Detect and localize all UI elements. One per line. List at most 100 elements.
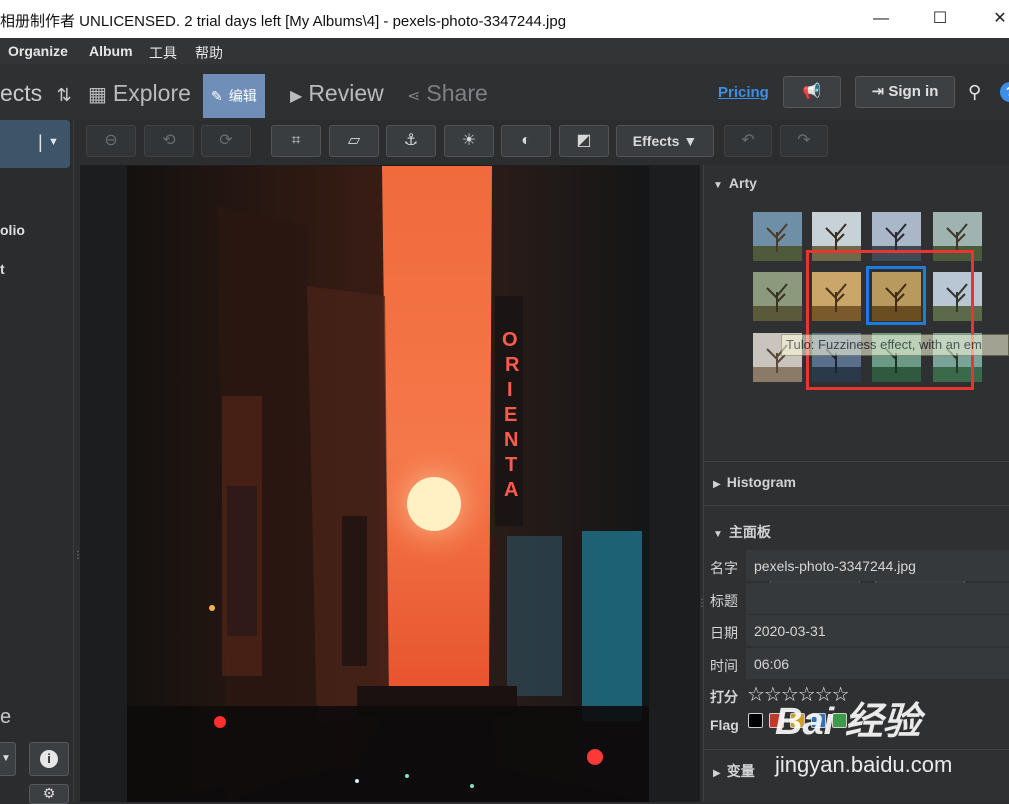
brightness-button[interactable]: ☀	[444, 125, 494, 157]
prop-date-label: 日期	[710, 625, 738, 641]
tab-edit[interactable]: ✎ 编辑	[203, 74, 265, 118]
divider	[704, 461, 1009, 462]
baidu-logo: Bai 经验	[775, 701, 921, 743]
effect-thumb-1[interactable]	[753, 212, 802, 261]
rotate-right-icon: ⟳	[219, 132, 233, 149]
announce-button[interactable]: 📢	[783, 76, 841, 108]
level-icon: ⚓	[403, 132, 419, 149]
redo-button[interactable]: ↷	[780, 125, 828, 157]
prop-flag-label: Flag	[710, 717, 739, 733]
sign-in-button[interactable]: ⇥ Sign in	[855, 76, 955, 108]
svg-text:N: N	[504, 429, 518, 451]
nav-projects[interactable]: ects ⇅	[0, 76, 72, 118]
street-sunset-photo: O R I E N T A	[127, 166, 649, 802]
svg-text:T: T	[505, 454, 517, 476]
minimize-button[interactable]: —	[866, 6, 896, 32]
search-icon[interactable]: ⚲	[968, 82, 981, 103]
prop-date-value[interactable]: 2020-03-31	[746, 615, 1009, 646]
album-dropdown[interactable]: | ▼	[0, 120, 70, 168]
straighten-button[interactable]: ▱	[329, 125, 379, 157]
tab-explore[interactable]: ▦ Explore	[88, 76, 191, 118]
rotate-left-button[interactable]: ⟲	[144, 125, 194, 157]
remove-button[interactable]: ⊖	[86, 125, 136, 157]
prop-row-time: 时间 06:06	[704, 648, 1009, 680]
svg-text:R: R	[505, 354, 520, 376]
prop-row-title: 标题	[704, 583, 1009, 615]
svg-text:A: A	[504, 479, 518, 501]
triangle-down-icon: ▼	[713, 529, 723, 540]
photo-canvas: O R I E N T A	[127, 166, 649, 802]
gear-icon: ⚙	[42, 785, 56, 801]
exposure-button[interactable]: ◩	[559, 125, 609, 157]
effect-thumb-5[interactable]	[753, 272, 802, 321]
menu-tools[interactable]: 工具	[149, 43, 177, 63]
main-panel-section-header[interactable]: ▼ 主面板	[704, 522, 1009, 542]
contrast-icon: ◐	[521, 132, 531, 149]
minus-circle-icon: ⊖	[104, 132, 118, 149]
prop-name-label: 名字	[710, 560, 738, 576]
dropdown-separator: |	[38, 132, 43, 152]
sun-icon: ☀	[461, 132, 477, 149]
settings-button[interactable]: ⚙	[29, 784, 69, 804]
baidu-url: jingyan.baidu.com	[775, 752, 953, 777]
sort-arrows-icon: ⇅	[56, 85, 72, 105]
play-icon: ▶	[290, 88, 303, 105]
selected-effect-highlight	[866, 266, 926, 325]
close-button[interactable]: ✕	[985, 6, 1009, 32]
sign-in-icon: ⇥	[871, 83, 885, 100]
tab-explore-label: Explore	[112, 80, 191, 106]
left-bottom-label: e	[0, 706, 12, 728]
triangle-down-icon: ▼	[713, 180, 723, 191]
arty-title: Arty	[728, 175, 757, 191]
prop-name-value[interactable]: pexels-photo-3347244.jpg	[746, 550, 1009, 581]
pricing-link[interactable]: Pricing	[718, 84, 769, 101]
rotate-left-icon: ⟲	[162, 132, 176, 149]
prop-row-date: 日期 2020-03-31	[704, 615, 1009, 647]
effect-tooltip: Tulo: Fuzziness effect, with an em	[781, 334, 1009, 356]
svg-text:O: O	[502, 329, 518, 351]
exposure-icon: ◩	[576, 132, 592, 149]
grid-icon: ▦	[88, 84, 107, 106]
nav-projects-label: ects	[0, 80, 43, 106]
svg-text:I: I	[507, 379, 513, 401]
left-dropdown-button[interactable]: ▼	[0, 742, 16, 776]
sign-in-label: Sign in	[888, 83, 939, 100]
undo-icon: ↶	[741, 132, 755, 149]
histogram-title: Histogram	[726, 474, 796, 490]
menu-organize[interactable]: Organize	[8, 43, 68, 59]
share-icon: ⋖	[407, 88, 421, 105]
contrast-button[interactable]: ◐	[501, 125, 551, 157]
left-item-t[interactable]: t	[0, 261, 5, 277]
crop-icon: ⌗	[291, 132, 301, 149]
tab-share-label: Share	[426, 80, 488, 106]
prop-title-value[interactable]	[746, 583, 1009, 614]
level-button[interactable]: ⚓	[386, 125, 436, 157]
left-panel: | ▼ olio t e ▼ i ⚙	[0, 120, 74, 804]
maximize-button[interactable]: ☐	[925, 6, 955, 32]
crop-button[interactable]: ⌗	[271, 125, 321, 157]
histogram-section-header[interactable]: ▶ Histogram	[704, 474, 1009, 490]
rotate-right-button[interactable]: ⟳	[201, 125, 251, 157]
tab-review[interactable]: ▶ Review	[290, 76, 384, 118]
straighten-icon: ▱	[347, 132, 361, 149]
prop-time-label: 时间	[710, 658, 738, 674]
title-bar: 相册制作者 UNLICENSED. 2 trial days left [My …	[0, 0, 1009, 38]
prop-title-label: 标题	[710, 593, 738, 609]
undo-button[interactable]: ↶	[724, 125, 772, 157]
flag-swatch[interactable]	[748, 713, 763, 728]
tab-share[interactable]: ⋖ Share	[407, 76, 488, 118]
menu-bar: Organize Album 工具 帮助	[0, 38, 1009, 64]
window-title: 相册制作者 UNLICENSED. 2 trial days left [My …	[0, 13, 567, 30]
svg-text:E: E	[504, 404, 517, 426]
info-button[interactable]: i	[29, 742, 69, 776]
megaphone-icon: 📢	[802, 83, 822, 100]
menu-album[interactable]: Album	[89, 43, 133, 59]
left-item-portfolio[interactable]: olio	[0, 222, 25, 238]
info-icon: i	[40, 750, 58, 768]
menu-help[interactable]: 帮助	[195, 43, 223, 63]
prop-row-name: 名字 pexels-photo-3347244.jpg	[704, 550, 1009, 582]
effects-button[interactable]: Effects ▼	[616, 125, 714, 157]
chevron-down-icon: ▼	[48, 136, 59, 148]
arty-section-header[interactable]: ▼ Arty	[704, 175, 1009, 191]
prop-time-value[interactable]: 06:06	[746, 648, 1009, 679]
